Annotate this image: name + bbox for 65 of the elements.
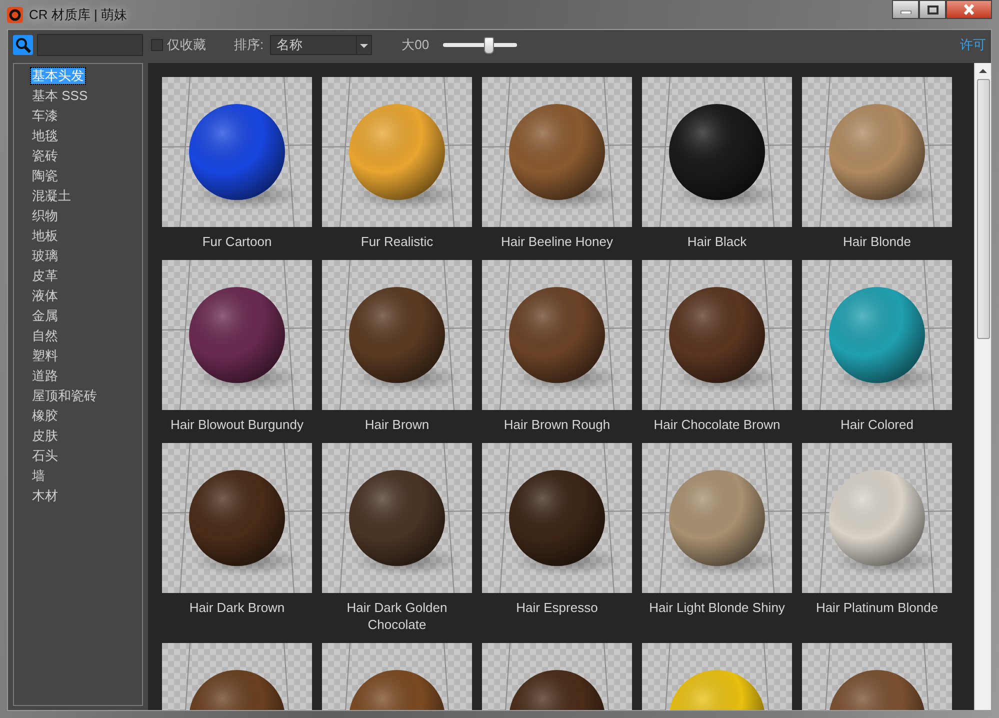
- minimize-button[interactable]: [892, 0, 919, 19]
- material-name: Hair Brown: [364, 416, 430, 434]
- material-name: Hair Dark Brown: [189, 599, 285, 617]
- category-item[interactable]: 基本 SSS: [31, 86, 89, 106]
- category-item[interactable]: 金属: [31, 306, 59, 326]
- category-item[interactable]: 橡胶: [31, 406, 59, 426]
- window-title: CR 材质库 | 萌妹: [29, 6, 127, 24]
- category-item[interactable]: 石头: [31, 446, 59, 466]
- material-preview[interactable]: [482, 77, 632, 227]
- material-name: Hair Brown Rough: [504, 416, 610, 434]
- scrollbar[interactable]: [974, 63, 991, 710]
- material-name: Hair Dark Golden Chocolate: [346, 599, 448, 634]
- search-button[interactable]: [13, 35, 33, 55]
- category-item[interactable]: 墙: [31, 466, 46, 486]
- material-preview[interactable]: [322, 443, 472, 593]
- material-preview[interactable]: [642, 77, 792, 227]
- close-icon: [962, 4, 976, 15]
- material-name: Hair Colored: [840, 416, 914, 434]
- material-preview[interactable]: [642, 260, 792, 410]
- material-preview[interactable]: [322, 260, 472, 410]
- size-label: 大00: [402, 36, 430, 54]
- material-name: Hair Black: [687, 233, 747, 251]
- material-preview[interactable]: [482, 443, 632, 593]
- material-name: Hair Blonde: [843, 233, 911, 251]
- category-item[interactable]: 屋顶和瓷砖: [31, 386, 98, 406]
- category-item[interactable]: 木材: [31, 486, 59, 506]
- close-button[interactable]: [946, 0, 992, 19]
- category-item[interactable]: 瓷砖: [31, 146, 59, 166]
- category-item[interactable]: 陶瓷: [31, 166, 59, 186]
- maximize-button[interactable]: [919, 0, 946, 19]
- sort-dropdown[interactable]: 名称: [270, 35, 372, 55]
- material-name: Fur Cartoon: [202, 233, 272, 251]
- size-slider-thumb[interactable]: [484, 37, 494, 54]
- material-name: Hair Platinum Blonde: [816, 599, 938, 617]
- category-item[interactable]: 道路: [31, 366, 59, 386]
- favorites-label: 仅收藏: [167, 36, 206, 54]
- material-name: Hair Light Blonde Shiny: [649, 599, 785, 617]
- favorites-checkbox[interactable]: [151, 39, 163, 51]
- material-preview[interactable]: [162, 77, 312, 227]
- category-item[interactable]: 液体: [31, 286, 59, 306]
- scrollbar-thumb[interactable]: [976, 79, 990, 339]
- category-item[interactable]: 地毯: [31, 126, 59, 146]
- category-item[interactable]: 皮肤: [31, 426, 59, 446]
- sort-label: 排序:: [234, 36, 264, 54]
- category-item[interactable]: 塑料: [31, 346, 59, 366]
- license-link[interactable]: 许可: [960, 36, 986, 54]
- maximize-icon: [926, 4, 938, 14]
- category-item[interactable]: 自然: [31, 326, 59, 346]
- category-item[interactable]: 车漆: [31, 106, 59, 126]
- material-preview[interactable]: [162, 260, 312, 410]
- category-item[interactable]: 玻璃: [31, 246, 59, 266]
- search-field[interactable]: [37, 34, 143, 56]
- material-preview[interactable]: [162, 443, 312, 593]
- material-name: Fur Realistic: [360, 233, 434, 251]
- category-item[interactable]: 皮革: [31, 266, 59, 286]
- material-preview[interactable]: [482, 260, 632, 410]
- material-name: Hair Chocolate Brown: [654, 416, 780, 434]
- category-item[interactable]: 混凝土: [31, 186, 72, 206]
- category-item[interactable]: 织物: [31, 206, 59, 226]
- caret-icon: [356, 36, 371, 54]
- material-name: Hair Beeline Honey: [500, 233, 613, 251]
- material-name: Hair Espresso: [516, 599, 598, 617]
- material-name: Hair Blowout Burgundy: [170, 416, 304, 434]
- app-logo-icon: [7, 6, 23, 22]
- category-item[interactable]: 地板: [31, 226, 59, 246]
